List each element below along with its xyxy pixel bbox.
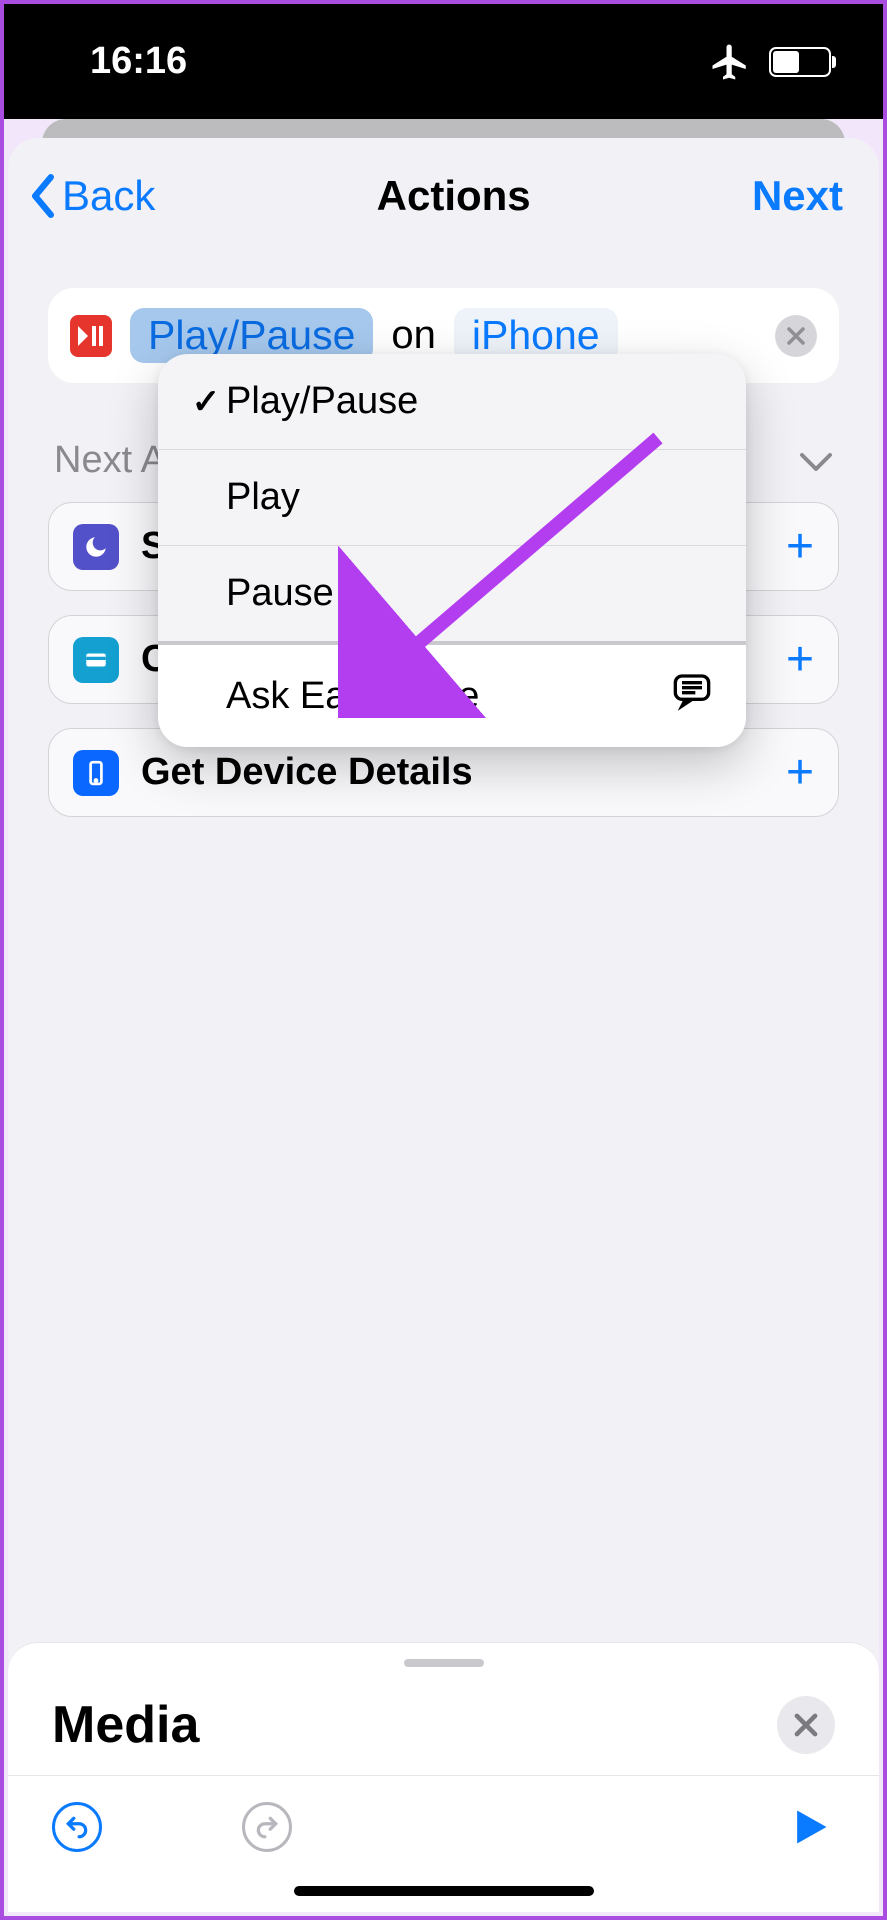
suggestion-label: Get Device Details xyxy=(141,751,473,794)
dropdown-option-label: Play/Pause xyxy=(226,380,418,423)
run-button[interactable] xyxy=(785,1802,835,1852)
clear-action-button[interactable] xyxy=(775,315,817,357)
status-time: 16:16 xyxy=(90,40,187,83)
add-suggestion-button[interactable]: + xyxy=(786,519,814,574)
dropdown-option-label: Ask Each Time xyxy=(186,675,479,718)
mode-dropdown: ✓ Play/Pause Play Pause Ask Each Time xyxy=(158,354,746,747)
dropdown-option-play-pause[interactable]: ✓ Play/Pause xyxy=(158,354,746,450)
dropdown-option-label: Play xyxy=(226,476,300,519)
phone-icon xyxy=(73,750,119,796)
panel-title: Media xyxy=(52,1695,199,1755)
undo-icon xyxy=(64,1814,90,1840)
nav-bar: Back Actions Next xyxy=(8,138,879,248)
dropdown-option-play[interactable]: Play xyxy=(158,450,746,546)
next-button[interactable]: Next xyxy=(752,172,843,220)
dropdown-option-label: Pause xyxy=(226,572,334,615)
x-icon xyxy=(786,326,806,346)
actions-sheet: Back Actions Next Play/Pause on iPhone xyxy=(8,138,879,1912)
card-icon xyxy=(73,637,119,683)
joiner-text: on xyxy=(391,313,436,358)
add-suggestion-button[interactable]: + xyxy=(786,632,814,687)
checkmark-icon: ✓ xyxy=(186,382,226,422)
bottom-panel: Media xyxy=(8,1642,879,1912)
status-bar: 16:16 xyxy=(4,4,883,119)
prompt-icon xyxy=(672,671,712,721)
back-label: Back xyxy=(62,172,155,220)
play-pause-app-icon xyxy=(70,315,112,357)
dropdown-ask-each-time[interactable]: Ask Each Time xyxy=(158,645,746,747)
undo-button[interactable] xyxy=(52,1802,102,1852)
home-indicator[interactable] xyxy=(294,1886,594,1896)
redo-button[interactable] xyxy=(242,1802,292,1852)
airplane-mode-icon xyxy=(709,41,751,83)
add-suggestion-button[interactable]: + xyxy=(786,745,814,800)
content: Play/Pause on iPhone ✓ Play/Pause Play P… xyxy=(8,248,879,1642)
page-title: Actions xyxy=(377,172,531,220)
status-icons xyxy=(709,41,831,83)
drag-handle[interactable] xyxy=(404,1659,484,1667)
panel-close-button[interactable] xyxy=(777,1696,835,1754)
x-icon xyxy=(793,1712,819,1738)
battery-icon xyxy=(769,47,831,77)
dropdown-option-pause[interactable]: Pause xyxy=(158,546,746,645)
back-button[interactable]: Back xyxy=(28,172,155,220)
moon-icon xyxy=(73,524,119,570)
chevron-down-icon[interactable] xyxy=(799,439,833,482)
redo-icon xyxy=(254,1814,280,1840)
chevron-left-icon xyxy=(28,174,58,218)
play-icon xyxy=(788,1805,832,1849)
